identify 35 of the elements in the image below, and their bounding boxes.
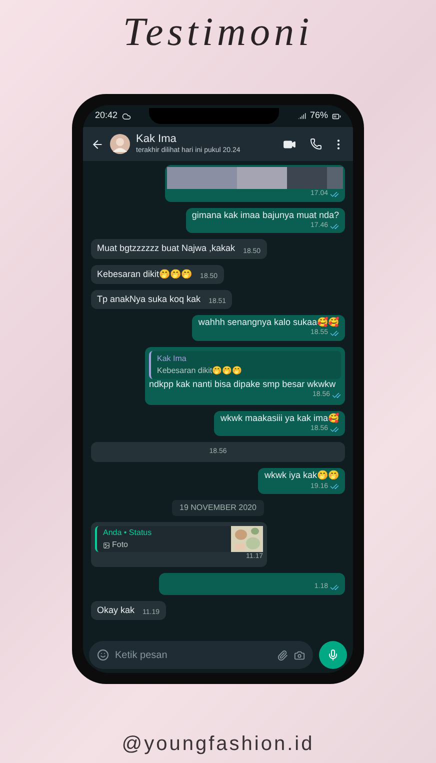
avatar[interactable] [110,134,130,154]
video-call-icon[interactable] [283,138,296,150]
message-text: wkwk maakasiii ya kak ima🥰 [220,412,339,424]
microphone-icon [327,649,339,661]
battery-percent: 76% [310,109,328,122]
message-text: wahhh senangnya kalo sukaa🥰🥰 [198,317,339,328]
battery-icon [332,112,341,120]
voice-message-button[interactable] [319,641,347,669]
attach-icon[interactable] [277,650,288,660]
quoted-text: Kebesaran dikit🤭🤭🤭 [157,364,244,377]
quoted-sender: Anda • Status [103,527,152,539]
quoted-sender: Kak Ima [157,352,188,365]
message-text: Muat bgtzzzzzz buat Najwa ,kakak [97,243,236,254]
message-text: ndkpp kak nanti bisa dipake smp besar wkwkw [149,378,337,390]
emoji-icon[interactable] [97,649,109,661]
quoted-status[interactable]: Anda • Status Foto [95,526,263,552]
message-text: wkwk iya kak🤭🤭 [264,470,339,482]
page-title: Testimoni [122,12,314,52]
message-text: gimana kak imaa bajunya muat nda? [192,210,339,221]
back-icon[interactable] [91,138,104,150]
photo-icon [103,542,110,548]
cloud-icon [122,112,131,120]
call-icon[interactable] [310,138,322,150]
quoted-message[interactable]: Kak Ima Kebesaran dikit🤭🤭🤭 [149,350,341,379]
status-time: 20:42 [95,109,118,122]
date-chip: 19 NOVEMBER 2020 [172,500,264,516]
message-text: Okay kak [97,604,135,616]
message-text: Kebesaran dikit🤭🤭🤭 [97,268,192,280]
camera-icon[interactable] [294,650,305,660]
footer-handle: @youngfashion.id [122,732,314,757]
quoted-text: Foto [112,539,128,551]
message-text: Tp anakNya suka koq kak [97,294,201,305]
signal-icon [298,112,306,120]
message-input-field[interactable]: Ketik pesan [89,641,313,669]
contact-name: Kak Ima [136,132,178,146]
